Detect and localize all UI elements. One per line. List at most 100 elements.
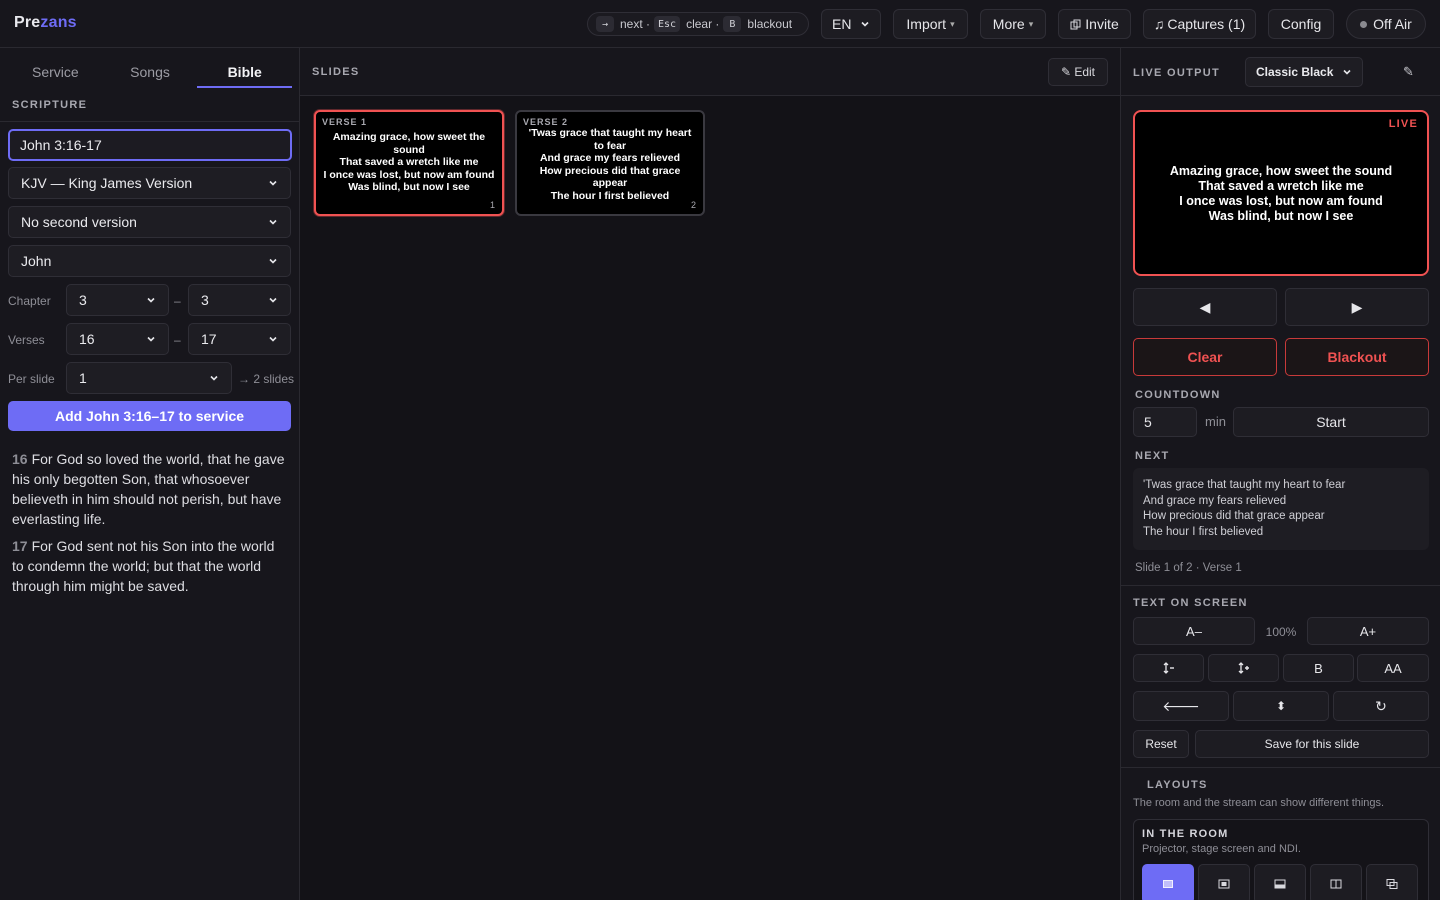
layout-center-button[interactable] xyxy=(1198,864,1250,900)
layout-lower-third-button[interactable] xyxy=(1254,864,1306,900)
tab-songs[interactable]: Songs xyxy=(103,58,198,88)
range-dash: – xyxy=(174,333,181,347)
config-button[interactable]: Config xyxy=(1268,9,1334,39)
arrow-left-icon: 🡐 xyxy=(1162,697,1200,714)
slide-index: 1 xyxy=(489,200,495,210)
slide-text: 'Twas grace that taught my heart to fear… xyxy=(528,127,692,202)
hint-label-clear: clear · xyxy=(686,17,720,31)
invite-button[interactable]: Invite xyxy=(1058,9,1131,39)
chevron-down-icon xyxy=(210,375,218,381)
vertical-arrows-icon: ⬍ xyxy=(1275,699,1287,713)
theme-select[interactable]: Classic Black xyxy=(1245,57,1363,87)
top-bar: Prezans → next · Esc clear · B blackout … xyxy=(0,0,1440,48)
chevron-down-icon xyxy=(147,297,155,303)
edit-button[interactable]: ✎ Edit xyxy=(1048,58,1108,86)
line-spacing-increase-icon xyxy=(1238,662,1249,674)
language-select[interactable]: EN xyxy=(821,9,881,39)
font-smaller-button[interactable]: A– xyxy=(1133,617,1255,645)
text-on-screen-heading: TEXT ON SCREEN xyxy=(1133,597,1248,609)
layout-lower-third-icon xyxy=(1274,879,1286,889)
pencil-icon[interactable]: ✎ xyxy=(1403,64,1414,80)
tab-bible[interactable]: Bible xyxy=(197,58,293,88)
in-the-room-description: Projector, stage screen and NDI. xyxy=(1142,843,1301,855)
verse-text-17: 17 For God sent not his Son into the worl… xyxy=(12,538,275,594)
chevron-down-icon xyxy=(147,336,155,342)
divider xyxy=(0,121,299,122)
prev-arrow-icon: ◀ xyxy=(1199,298,1211,315)
rotate-icon: ↻ xyxy=(1375,697,1387,714)
layout-full-icon xyxy=(1163,880,1173,888)
line-height-decrease-button[interactable] xyxy=(1133,654,1204,682)
live-output-panel: LIVE OUTPUT Classic Black ✎ LIVE Amazing… xyxy=(1120,48,1440,900)
live-preview-text: Amazing grace, how sweet the sound That … xyxy=(1169,164,1393,223)
hint-key-next: → xyxy=(596,16,614,32)
divider xyxy=(1121,95,1440,96)
font-larger-button[interactable]: A+ xyxy=(1307,617,1429,645)
left-panel: Service Songs Bible SCRIPTURE John 3:16-… xyxy=(0,48,300,900)
rotate-reset-button[interactable]: ↻ xyxy=(1333,691,1429,721)
slide-card-1[interactable]: VERSE 1 Amazing grace, how sweet the sou… xyxy=(314,110,504,216)
in-the-room-card: IN THE ROOM Projector, stage screen and … xyxy=(1133,819,1429,900)
countdown-minutes-input[interactable]: 5 xyxy=(1133,407,1197,437)
reset-button[interactable]: Reset xyxy=(1133,730,1189,758)
blackout-button[interactable]: Blackout xyxy=(1285,338,1429,376)
next-slide-button[interactable]: ▶ xyxy=(1285,288,1429,326)
add-to-service-button[interactable]: Add John 3:16–17 to service xyxy=(8,401,291,431)
app-logo: Prezans xyxy=(14,14,77,31)
captures-button[interactable]: ♫ Captures (1) xyxy=(1143,9,1256,39)
reference-input[interactable]: John 3:16-17 xyxy=(8,129,292,161)
left-tabs: Service Songs Bible xyxy=(8,58,293,88)
in-the-room-title: IN THE ROOM xyxy=(1142,828,1229,840)
off-air-button[interactable]: Off Air xyxy=(1346,9,1426,39)
layout-split-button[interactable] xyxy=(1310,864,1362,900)
line-height-increase-button[interactable] xyxy=(1208,654,1279,682)
layouts-description: The room and the stream can show differe… xyxy=(1133,797,1385,809)
verse-from-select[interactable]: 16 xyxy=(66,323,169,355)
line-spacing-decrease-icon xyxy=(1163,662,1174,674)
layout-full-button[interactable] xyxy=(1142,864,1194,900)
layout-split-icon xyxy=(1330,879,1342,889)
layout-overlay-icon xyxy=(1386,879,1398,889)
import-button[interactable]: Import ▾ xyxy=(893,9,968,39)
chapter-from-select[interactable]: 3 xyxy=(66,284,169,316)
version-select[interactable]: KJV — King James Version xyxy=(8,167,291,199)
caret-icon: ▾ xyxy=(1028,18,1034,29)
chevron-down-icon xyxy=(861,21,869,27)
save-for-slide-button[interactable]: Save for this slide xyxy=(1195,730,1429,758)
align-left-button[interactable]: 🡐 xyxy=(1133,691,1229,721)
tab-service[interactable]: Service xyxy=(8,58,103,88)
verse-to-select[interactable]: 17 xyxy=(188,323,291,355)
layout-center-icon xyxy=(1218,879,1230,889)
chevron-down-icon xyxy=(269,297,277,303)
slides-panel: SLIDES ✎ Edit VERSE 1 Amazing grace, how… xyxy=(300,48,1120,900)
book-select[interactable]: John xyxy=(8,245,291,277)
second-version-select[interactable]: No second version xyxy=(8,206,291,238)
previous-slide-button[interactable]: ◀ xyxy=(1133,288,1277,326)
slides-header: SLIDES ✎ Edit xyxy=(300,48,1120,96)
chapter-to-select[interactable]: 3 xyxy=(188,284,291,316)
hint-label-next: next · xyxy=(620,17,651,31)
uppercase-toggle-button[interactable]: AA xyxy=(1357,654,1429,682)
slides-count: → 2 slides xyxy=(238,372,295,386)
layouts-heading: LAYOUTS xyxy=(1147,779,1208,791)
scripture-heading: SCRIPTURE xyxy=(12,99,88,111)
next-heading: NEXT xyxy=(1135,450,1170,462)
layout-overlay-button[interactable] xyxy=(1366,864,1418,900)
hint-key-clear: Esc xyxy=(654,16,681,32)
countdown-start-button[interactable]: Start xyxy=(1233,407,1429,437)
font-size-percent: 100% xyxy=(1265,625,1297,639)
bold-toggle-button[interactable]: B xyxy=(1283,654,1354,682)
slide-tag: VERSE 2 xyxy=(523,117,569,127)
vertical-align-button[interactable]: ⬍ xyxy=(1233,691,1329,721)
hint-key-blackout: B xyxy=(723,16,742,32)
countdown-heading: COUNTDOWN xyxy=(1135,389,1221,401)
slide-card-2[interactable]: VERSE 2 'Twas grace that taught my heart… xyxy=(515,110,705,216)
music-note-icon: ♫ xyxy=(1153,16,1165,32)
slide-position-info: Slide 1 of 2 · Verse 1 xyxy=(1135,562,1242,574)
more-button[interactable]: More ▾ xyxy=(980,9,1046,39)
per-slide-select[interactable]: 1 xyxy=(66,362,232,394)
range-dash: – xyxy=(174,294,181,308)
clear-button[interactable]: Clear xyxy=(1133,338,1277,376)
copy-icon xyxy=(1070,19,1081,29)
per-slide-label: Per slide xyxy=(8,372,55,386)
